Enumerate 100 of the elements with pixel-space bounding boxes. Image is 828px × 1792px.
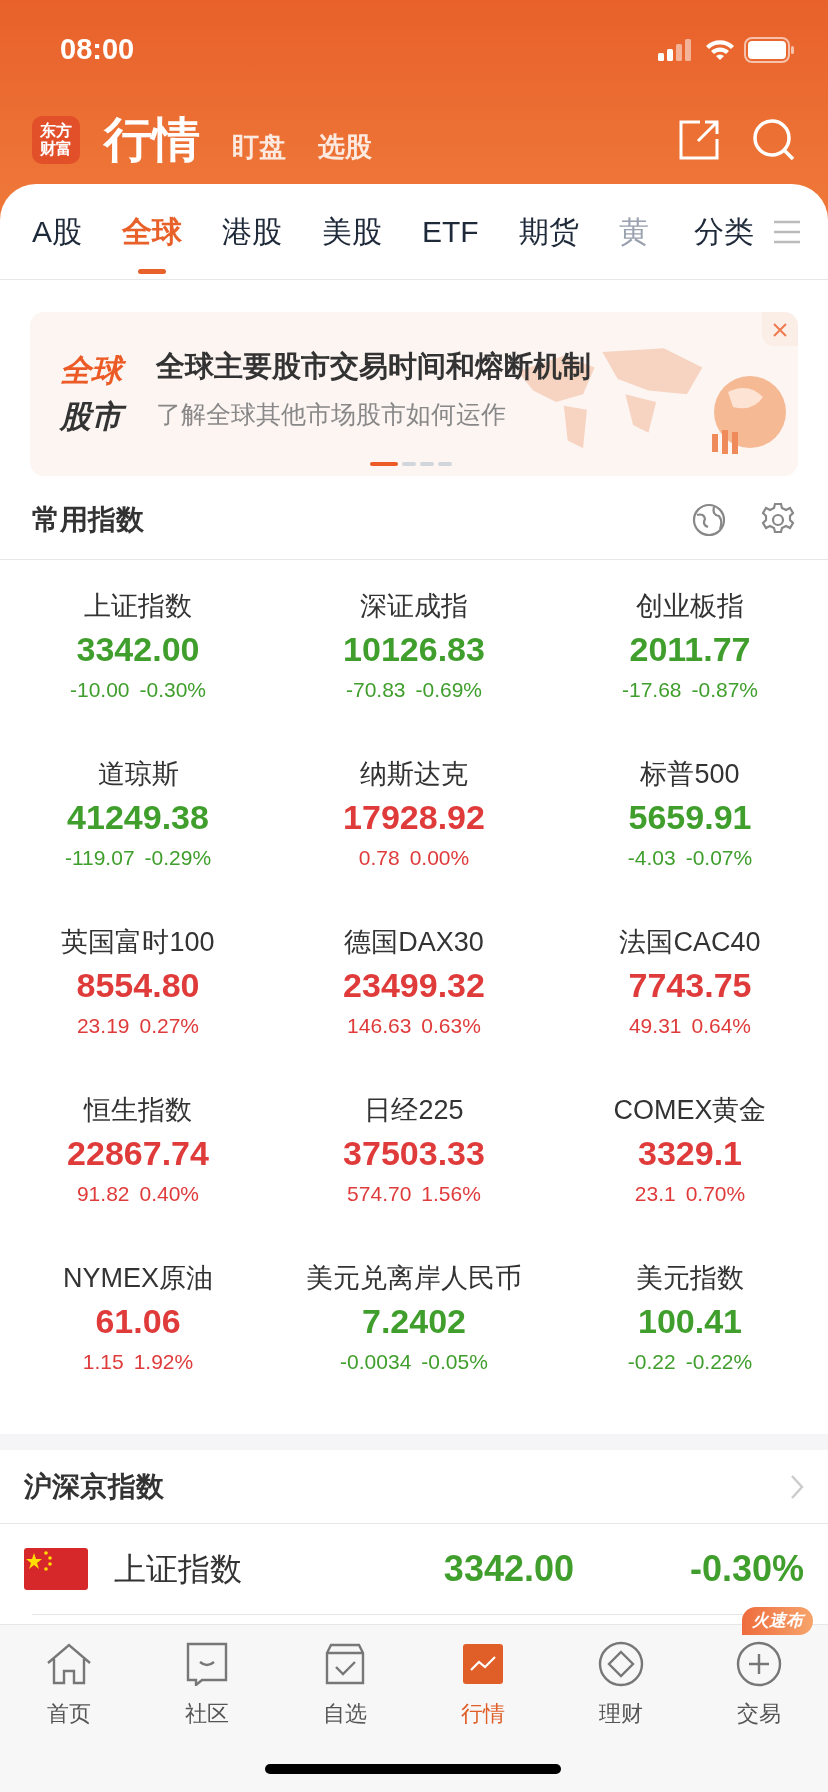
index-percent: 0.70% xyxy=(685,1181,746,1207)
index-name: 美元指数 xyxy=(636,1262,744,1295)
section-title: 常用指数 xyxy=(32,502,144,537)
nav-tab[interactable]: 交易 xyxy=(690,1639,828,1730)
index-value: 37503.33 xyxy=(343,1133,485,1174)
globe-icon[interactable] xyxy=(692,502,726,537)
index-percent: 1.56% xyxy=(421,1181,481,1207)
banner-badge-text: 全球 xyxy=(60,348,128,394)
index-change: -0.0034 xyxy=(340,1349,412,1375)
index-change: 23.19 xyxy=(76,1013,130,1039)
index-percent: 0.27% xyxy=(139,1013,200,1039)
index-change: 23.1 xyxy=(634,1181,676,1207)
index-name: 英国富时100 xyxy=(61,926,215,959)
index-value: 17928.92 xyxy=(343,797,485,838)
index-percent: -0.22% xyxy=(685,1349,753,1375)
close-button[interactable] xyxy=(762,312,798,346)
index-name: 法国CAC40 xyxy=(619,926,761,959)
nav-tab[interactable]: 理财 xyxy=(552,1639,690,1730)
index-change: -0.22 xyxy=(627,1349,676,1375)
index-name: 上证指数 xyxy=(84,590,192,623)
section-title: 沪深京指数 xyxy=(24,1469,164,1504)
market-tab[interactable]: ETF xyxy=(422,183,479,280)
promo-banner[interactable]: 全球 股市 全球主要股市交易时间和熔断机制 了解全球其他市场股市如何运作 xyxy=(30,312,798,476)
index-value: 100.41 xyxy=(638,1301,742,1342)
index-percent: -0.69% xyxy=(415,677,483,703)
index-percent: 0.40% xyxy=(139,1181,200,1207)
index-percent: -0.87% xyxy=(691,677,759,703)
index-percent: 0.64% xyxy=(691,1013,752,1039)
index-name: 标普500 xyxy=(640,758,740,791)
index-change: -17.68 xyxy=(621,677,682,703)
index-value: 2011.77 xyxy=(629,629,751,670)
banner-subtitle: 了解全球其他市场股市如何运作 xyxy=(156,399,507,430)
menu-icon[interactable] xyxy=(774,219,800,244)
banner-title: 全球主要股市交易时间和熔断机制 xyxy=(156,348,591,384)
index-percent: 0.63% xyxy=(421,1013,481,1039)
index-value: 41249.38 xyxy=(67,797,209,838)
category-tab[interactable]: 分类 xyxy=(694,209,754,254)
index-value: 3329.1 xyxy=(638,1133,742,1174)
index-change: 146.63 xyxy=(347,1013,412,1039)
index-value: 23499.32 xyxy=(343,965,485,1006)
index-percent: -0.29% xyxy=(144,845,212,871)
close-icon xyxy=(773,323,787,338)
index-value: 7.2402 xyxy=(362,1301,466,1342)
index-name: COMEX黄金 xyxy=(613,1094,767,1127)
flag-icon xyxy=(24,1548,88,1590)
battery-icon xyxy=(744,37,796,63)
index-value: 10126.83 xyxy=(343,629,485,670)
index-change: -10.00 xyxy=(69,677,130,703)
index-change: 0.78 xyxy=(358,845,400,871)
index-name: 道琼斯 xyxy=(97,758,179,791)
search-icon[interactable] xyxy=(752,118,796,162)
nav-tab[interactable]: 自选 xyxy=(276,1639,414,1730)
index-name: NYMEX原油 xyxy=(63,1262,213,1295)
index-name: 深证成指 xyxy=(360,590,468,623)
nav-tab[interactable]: 首页 xyxy=(0,1639,138,1730)
index-value: 61.06 xyxy=(95,1301,181,1342)
promo-badge: 火速布 xyxy=(742,1607,813,1635)
index-name: 美元兑离岸人民币 xyxy=(306,1262,522,1295)
index-value: 22867.74 xyxy=(67,1133,209,1174)
page-title: 行情 xyxy=(104,116,200,164)
index-name: 恒生指数 xyxy=(84,1094,192,1127)
market-tab[interactable]: A股 xyxy=(32,183,82,280)
market-tab[interactable]: 期货 xyxy=(518,183,579,280)
index-name: 创业板指 xyxy=(636,590,744,623)
index-change: 574.70 xyxy=(347,1181,412,1207)
index-name: 日经225 xyxy=(364,1094,464,1127)
index-value: 8554.80 xyxy=(76,965,200,1006)
market-tab[interactable]: 港股 xyxy=(222,183,282,280)
status-time: 08:00 xyxy=(60,32,135,68)
index-percent: 1.92% xyxy=(133,1349,194,1375)
share-icon[interactable] xyxy=(678,119,720,161)
app-logo[interactable]: 东方财富 xyxy=(32,116,80,164)
index-name: 德国DAX30 xyxy=(344,926,484,959)
index-name: 纳斯达克 xyxy=(360,758,468,791)
wifi-icon xyxy=(704,38,736,62)
index-change: -119.07 xyxy=(64,845,135,871)
index-change: -70.83 xyxy=(345,677,406,703)
home-icon xyxy=(46,1643,92,1685)
index-value: 3342.00 xyxy=(442,1547,574,1591)
index-value: 7743.75 xyxy=(628,965,752,1006)
index-change: -4.03 xyxy=(627,845,676,871)
index-value: 3342.00 xyxy=(76,629,200,670)
index-percent: -0.07% xyxy=(685,845,753,871)
index-change: 91.82 xyxy=(76,1181,130,1207)
plus-icon xyxy=(736,1641,782,1687)
index-change: 49.31 xyxy=(628,1013,682,1039)
nav-tab[interactable]: 社区 xyxy=(138,1639,276,1730)
chart-icon xyxy=(463,1644,503,1684)
index-value: 5659.91 xyxy=(628,797,752,838)
index-name: 上证指数 xyxy=(114,1550,243,1589)
chevron-right-icon[interactable] xyxy=(790,1473,804,1500)
index-percent: -0.30% xyxy=(139,677,207,703)
index-percent: 0.00% xyxy=(409,845,470,871)
checkbox-icon xyxy=(325,1643,365,1685)
index-percent: -0.05% xyxy=(421,1349,488,1375)
chat-bubble-icon xyxy=(186,1642,228,1686)
banner-badge-text: 股市 xyxy=(60,394,128,440)
index-percent: -0.30% xyxy=(689,1547,804,1591)
market-tab[interactable]: 美股 xyxy=(322,183,382,280)
index-change: 1.15 xyxy=(82,1349,124,1375)
